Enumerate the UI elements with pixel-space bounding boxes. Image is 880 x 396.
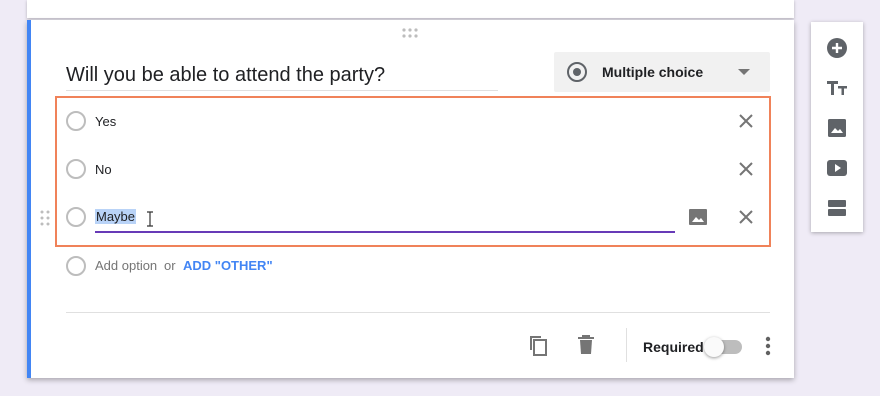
option-radio <box>66 159 86 179</box>
add-option-button[interactable]: Add option <box>95 258 157 273</box>
focused-input-underline <box>95 231 675 233</box>
option-input[interactable]: Maybe <box>95 209 137 224</box>
option-label[interactable]: Yes <box>95 114 116 129</box>
add-option-radio <box>66 256 86 276</box>
add-other-button[interactable]: ADD "OTHER" <box>183 258 273 273</box>
close-icon[interactable] <box>737 112 755 130</box>
previous-question-card <box>27 0 794 18</box>
image-icon[interactable] <box>688 207 708 227</box>
add-circle-icon[interactable] <box>825 36 849 60</box>
required-toggle[interactable] <box>704 337 744 357</box>
required-label: Required <box>643 339 704 355</box>
chevron-down-icon <box>738 69 750 75</box>
option-radio <box>66 207 86 227</box>
option-row[interactable]: No <box>27 149 794 189</box>
question-title-field[interactable]: Will you be able to attend the party? <box>66 60 498 91</box>
option-row[interactable]: Yes <box>27 101 794 141</box>
question-title[interactable]: Will you be able to attend the party? <box>66 64 385 87</box>
title-text-icon[interactable] <box>825 76 849 100</box>
delete-icon[interactable] <box>576 333 596 355</box>
section-icon[interactable] <box>825 196 849 220</box>
selected-text: Maybe <box>95 209 137 224</box>
option-drag-handle-icon[interactable] <box>40 210 50 226</box>
duplicate-icon[interactable] <box>526 333 550 357</box>
question-toolbar <box>811 22 863 232</box>
image-icon[interactable] <box>825 116 849 140</box>
question-card[interactable]: Will you be able to attend the party? Mu… <box>27 20 794 378</box>
close-icon[interactable] <box>737 160 755 178</box>
question-type-dropdown[interactable]: Multiple choice <box>554 52 770 92</box>
close-icon[interactable] <box>737 208 755 226</box>
question-type-label: Multiple choice <box>602 64 704 80</box>
more-vert-icon[interactable] <box>760 334 776 358</box>
or-separator: or <box>164 258 176 273</box>
card-divider <box>66 312 770 313</box>
radio-button-icon <box>567 62 587 82</box>
option-radio <box>66 111 86 131</box>
option-label[interactable]: No <box>95 162 112 177</box>
toggle-thumb <box>704 337 724 357</box>
drag-handle-icon[interactable] <box>402 28 418 38</box>
text-cursor-icon <box>147 211 153 227</box>
video-icon[interactable] <box>825 156 849 180</box>
footer-divider <box>626 328 627 362</box>
